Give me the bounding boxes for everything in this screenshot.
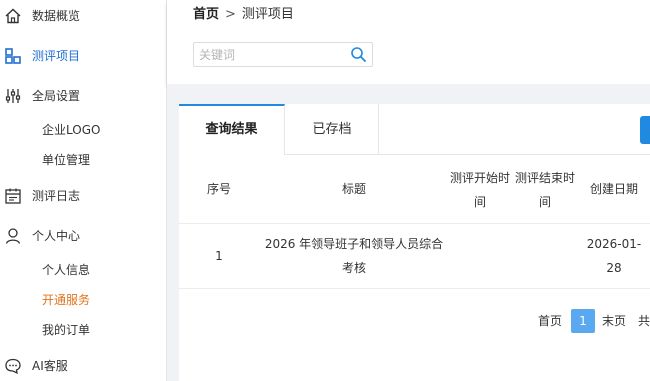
- pagination-total: 共: [638, 314, 650, 328]
- sliders-icon: [5, 89, 21, 103]
- header-end-time-line1: 测评结束时: [514, 171, 575, 185]
- cell-title-line2[interactable]: 考核: [259, 256, 449, 280]
- user-icon: [5, 228, 21, 244]
- cell-index: 1: [215, 249, 223, 263]
- breadcrumb-separator: >: [225, 7, 236, 22]
- tab-results[interactable]: 查询结果: [179, 104, 285, 155]
- sidebar-item-label: 全局设置: [32, 89, 81, 103]
- tab-archived[interactable]: 已存档: [286, 104, 379, 155]
- sidebar-item-label: 测评项目: [32, 49, 81, 63]
- sidebar-item-ai-service[interactable]: AI客服: [0, 351, 166, 381]
- sidebar-subitem-logo[interactable]: 企业LOGO: [42, 118, 100, 142]
- header-created-date: 创建日期: [589, 182, 638, 196]
- sidebar-item-logs[interactable]: 测评日志: [0, 181, 166, 211]
- calendar-icon: [5, 188, 21, 204]
- pagination-last[interactable]: 末页: [602, 309, 626, 333]
- grid-icon: [5, 48, 21, 64]
- table-divider: [179, 223, 650, 224]
- action-button[interactable]: [640, 116, 650, 144]
- sidebar-subitem-personal-info[interactable]: 个人信息: [42, 258, 90, 282]
- header-index: 序号: [206, 182, 231, 196]
- breadcrumb: 首页 > 测评项目: [193, 6, 294, 24]
- cell-created-line2: 28: [606, 261, 622, 275]
- breadcrumb-current: 测评项目: [241, 7, 294, 22]
- cell-title-line1[interactable]: 2026 年领导班子和领导人员综合: [259, 232, 449, 256]
- search-input[interactable]: [199, 46, 339, 64]
- tab-bar: 查询结果 已存档: [179, 104, 650, 155]
- chat-icon: [5, 358, 21, 375]
- header: 首页 > 测评项目: [167, 0, 650, 84]
- header-title: 标题: [341, 182, 366, 196]
- sidebar-subitem-my-orders[interactable]: 我的订单: [42, 318, 90, 342]
- table-divider: [179, 288, 650, 289]
- search-icon[interactable]: [350, 46, 367, 63]
- search-box: [193, 42, 373, 67]
- header-start-time-line1: 测评开始时: [449, 171, 510, 185]
- header-end-time-line2: 间: [538, 195, 551, 209]
- cell-created-line1: 2026-01-: [586, 237, 642, 251]
- sidebar-item-label: 个人中心: [32, 229, 81, 243]
- sidebar-item-profile[interactable]: 个人中心: [0, 221, 166, 251]
- sidebar-item-projects[interactable]: 测评项目: [0, 41, 166, 71]
- sidebar-item-overview[interactable]: 数据概览: [0, 1, 166, 31]
- sidebar-item-label: 数据概览: [32, 9, 81, 23]
- sidebar-item-label: 测评日志: [32, 189, 81, 203]
- header-start-time-line2: 间: [473, 195, 486, 209]
- pagination-current-page[interactable]: 1: [571, 309, 595, 333]
- home-icon: [5, 8, 21, 24]
- breadcrumb-home[interactable]: 首页: [193, 7, 219, 22]
- pagination-first[interactable]: 首页: [538, 309, 562, 333]
- sidebar-item-settings[interactable]: 全局设置: [0, 81, 166, 111]
- results-panel: 查询结果 已存档 序号 标题 测评开始时 间 测评结束时 间 创建日期 1 20…: [179, 104, 650, 381]
- sidebar-subitem-open-service[interactable]: 开通服务: [42, 288, 90, 312]
- sidebar-subitem-units[interactable]: 单位管理: [42, 148, 90, 172]
- sidebar-item-label: AI客服: [32, 359, 68, 373]
- sidebar: 数据概览 测评项目 全局设置 企业LOGO 单位管理 测评日志 个人中心 个人信…: [0, 0, 167, 381]
